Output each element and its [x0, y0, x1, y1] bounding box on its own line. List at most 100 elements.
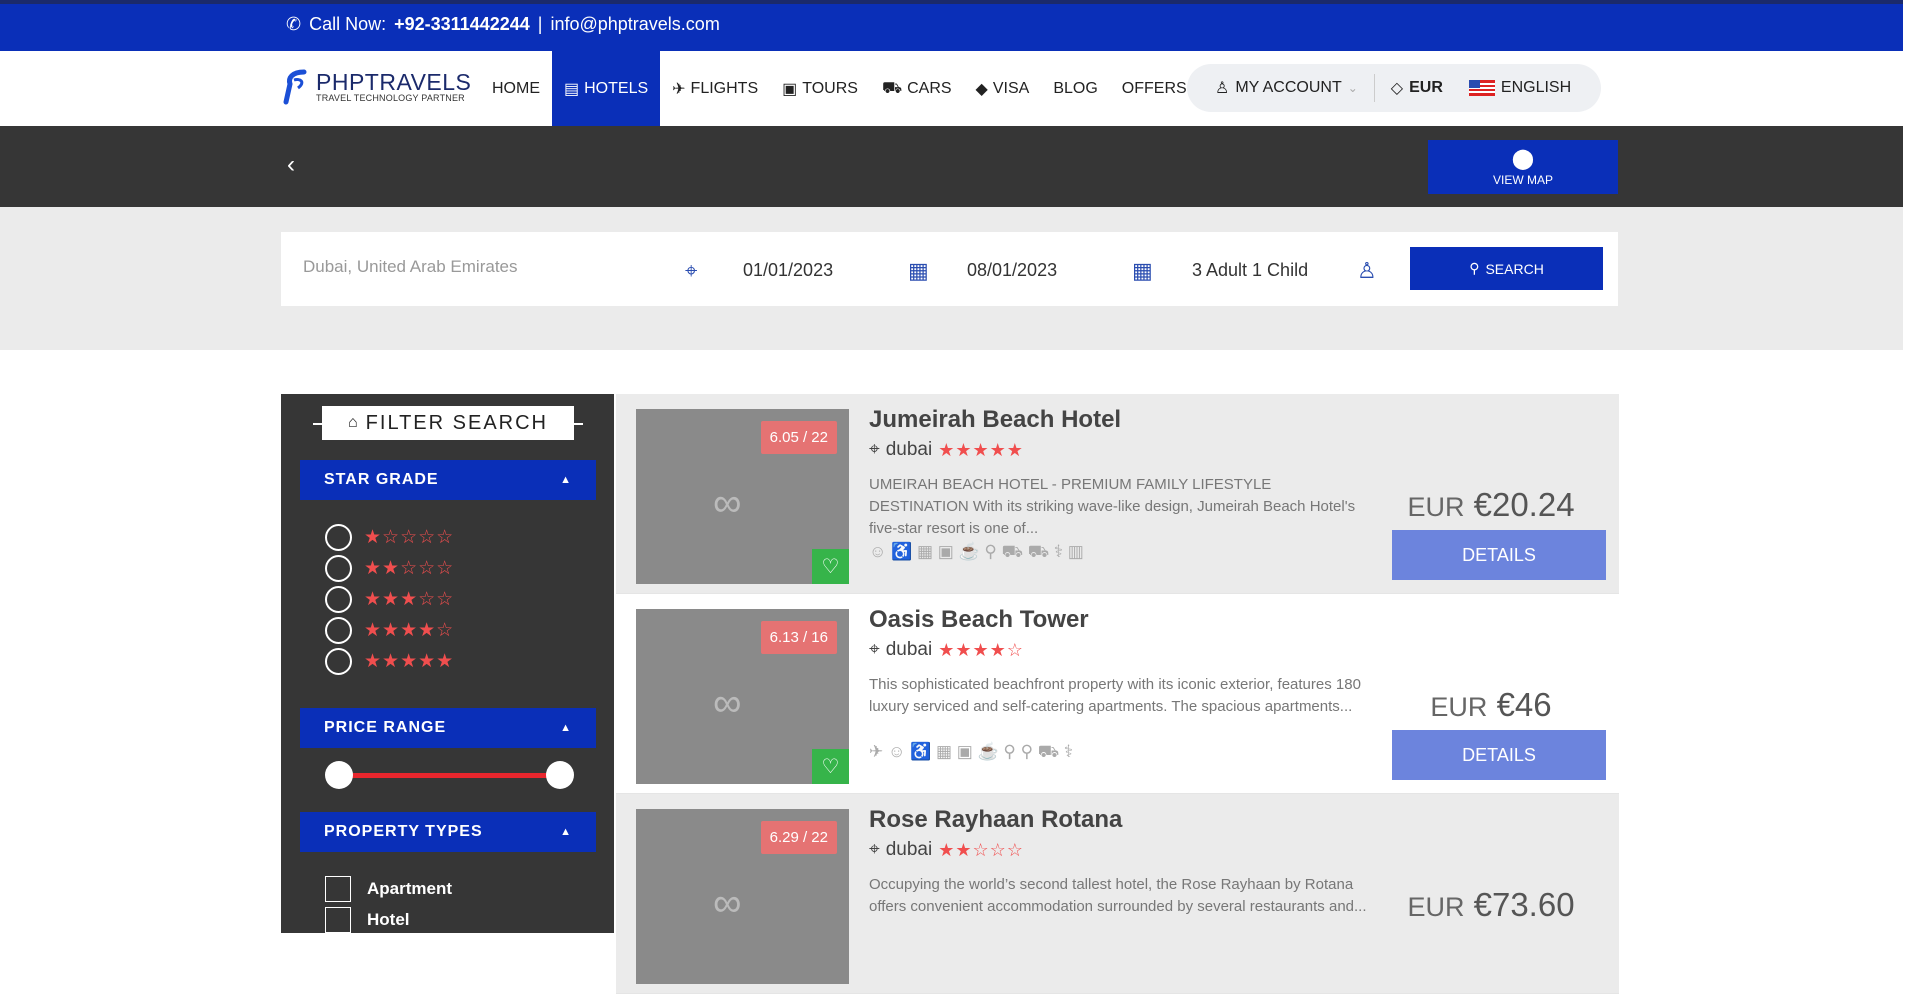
checkbox[interactable] — [325, 907, 351, 933]
hotel-image[interactable]: ∞ 6.29 / 22 — [636, 809, 849, 984]
hotel-name[interactable]: Oasis Beach Tower — [869, 606, 1089, 634]
currency-selector[interactable]: ◇ EUR — [1391, 78, 1443, 98]
star-option-5[interactable]: ★★★★★ — [325, 648, 454, 675]
hotel-location: ⌖ dubai ★★★★☆ — [869, 639, 1024, 661]
email-link[interactable]: info@phptravels.com — [550, 14, 719, 35]
amenity-icons: ✈ ☺ ♿ ▦ ▣ ☕ ⚲ ⚲ ⛟ ⚕ — [869, 742, 1074, 761]
search-icon: ⚲ — [1469, 260, 1480, 276]
back-arrow-icon[interactable]: ‹ — [287, 151, 295, 179]
top-accent-line — [0, 0, 1903, 4]
price-max-handle[interactable] — [546, 761, 574, 789]
placeholder-image-icon: ∞ — [713, 681, 742, 725]
calendar-icon: ▦ — [1132, 258, 1153, 283]
star-rating-icons: ★★★★☆ — [938, 639, 1024, 660]
hotel-image[interactable]: ∞ 6.13 / 16 ♡ — [636, 609, 849, 784]
contact-info: ✆ Call Now: +92-3311442244 | info@phptra… — [286, 14, 720, 35]
radio-button[interactable] — [325, 524, 352, 551]
language-selector[interactable]: ENGLISH — [1468, 79, 1571, 97]
nav-flights[interactable]: ✈ FLIGHTS — [660, 51, 770, 126]
nav-tours[interactable]: ▣ TOURS — [770, 51, 870, 126]
favorite-heart-icon[interactable]: ♡ — [812, 549, 849, 584]
view-map-label: VIEW MAP — [1492, 173, 1553, 187]
details-button[interactable]: DETAILS — [1392, 530, 1606, 580]
hotel-card: ∞ 6.29 / 22 Rose Rayhaan Rotana ⌖ dubai ★★… — [616, 794, 1619, 994]
view-map-button[interactable]: ⬤ VIEW MAP — [1428, 140, 1618, 194]
radio-button[interactable] — [325, 555, 352, 582]
hotel-price: EUR €46 — [1407, 686, 1575, 724]
star-rating-icons: ★★★★★ — [364, 651, 455, 672]
property-type-label: Apartment — [367, 879, 453, 898]
radio-button[interactable] — [325, 617, 352, 644]
price-currency: EUR — [1407, 892, 1465, 922]
nav-hotels[interactable]: ▤ HOTELS — [552, 51, 661, 126]
star-option-3[interactable]: ★★★☆☆ — [325, 586, 454, 613]
nav-visa-label: VISA — [992, 79, 1030, 97]
call-now-label: Call Now: — [309, 14, 387, 34]
star-option-2[interactable]: ★★☆☆☆ — [325, 555, 454, 582]
hotel-search-form: Dubai, United Arab Emirates ⌖ 01/01/2023… — [281, 232, 1618, 306]
main-navbar: PHPTRAVELS TRAVEL TECHNOLOGY PARTNER HOM… — [0, 51, 1903, 126]
star-rating-icons: ★★☆☆☆ — [364, 558, 455, 579]
hotel-location: ⌖ dubai ★★☆☆☆ — [869, 839, 1024, 861]
currency-tag-icon: ◇ — [1390, 80, 1404, 97]
inbox-icon: ⌂ — [348, 414, 360, 431]
nav-cars[interactable]: ⛟ CARS — [870, 51, 964, 126]
filter-sidebar: ⌂ FILTER SEARCH STAR GRADE ▲ ★☆☆☆☆ ★★☆☆☆ ★… — [281, 394, 614, 933]
hotel-price: EUR €20.24 — [1407, 486, 1575, 524]
hotel-card: ∞ 6.05 / 22 ♡ Jumeirah Beach Hotel ⌖ duba… — [616, 394, 1619, 594]
account-divider — [1373, 74, 1375, 102]
star-option-1[interactable]: ★☆☆☆☆ — [325, 524, 454, 551]
location-pin-icon: ⌖ — [869, 639, 880, 660]
hotel-card: ∞ 6.13 / 16 ♡ Oasis Beach Tower ⌖ dubai ★★… — [616, 594, 1619, 794]
rating-badge: 6.29 / 22 — [760, 821, 837, 854]
checkout-date-input[interactable]: 08/01/2023 — [967, 260, 1057, 281]
favorite-heart-icon[interactable]: ♡ — [812, 749, 849, 784]
price-range-track[interactable] — [339, 773, 559, 778]
hotel-price: EUR €73.60 — [1407, 886, 1575, 924]
search-button[interactable]: ⚲ SEARCH — [1410, 247, 1603, 290]
logo-brand: PHPTRAVELS — [316, 69, 472, 95]
amenity-icons: ☺ ♿ ▦ ▣ ☕ ⚲ ⛟ ⛟ ⚕ ▥ — [869, 542, 1084, 561]
property-types-header[interactable]: PROPERTY TYPES ▲ — [300, 812, 596, 852]
my-account-label: MY ACCOUNT — [1235, 79, 1342, 96]
star-rating-icons: ★★★★★ — [938, 439, 1024, 460]
hotel-name[interactable]: Rose Rayhaan Rotana — [869, 806, 1122, 834]
property-type-apartment[interactable]: Apartment — [325, 876, 452, 902]
star-rating-icons: ★★★★☆ — [364, 620, 455, 641]
search-button-label: SEARCH — [1485, 260, 1544, 277]
map-pin-icon: ⬤ — [1511, 148, 1535, 170]
logo-tagline: TRAVEL TECHNOLOGY PARTNER — [316, 93, 465, 103]
checkbox[interactable] — [325, 876, 351, 902]
account-bar: ♙ MY ACCOUNT ⌄ ◇ EUR ENGLISH — [1187, 64, 1601, 112]
nav-offers[interactable]: OFFERS — [1110, 51, 1199, 126]
rating-badge: 6.13 / 16 — [760, 621, 837, 654]
nav-visa[interactable]: ◆ VISA — [964, 51, 1042, 126]
logo-icon — [283, 69, 307, 105]
nav-blog[interactable]: BLOG — [1041, 51, 1109, 126]
suitcase-icon: ▣ — [782, 80, 798, 98]
price-range-header[interactable]: PRICE RANGE ▲ — [300, 708, 596, 748]
hotel-location: ⌖ dubai ★★★★★ — [869, 439, 1024, 461]
hotel-image[interactable]: ∞ 6.05 / 22 ♡ — [636, 409, 849, 584]
guests-input[interactable]: 3 Adult 1 Child — [1192, 260, 1308, 281]
checkin-date-input[interactable]: 01/01/2023 — [743, 260, 833, 281]
my-account-dropdown[interactable]: ♙ MY ACCOUNT ⌄ — [1215, 78, 1358, 98]
rating-badge: 6.05 / 22 — [760, 421, 837, 454]
radio-button[interactable] — [325, 648, 352, 675]
collapse-arrow-icon: ▲ — [560, 722, 572, 734]
destination-input[interactable]: Dubai, United Arab Emirates — [303, 257, 518, 277]
star-grade-header[interactable]: STAR GRADE ▲ — [300, 460, 596, 500]
details-button[interactable]: DETAILS — [1392, 730, 1606, 780]
hotel-name[interactable]: Jumeirah Beach Hotel — [869, 406, 1121, 434]
nav-blog-label: BLOG — [1053, 79, 1098, 97]
nav-home-label: HOME — [492, 79, 540, 97]
price-min-handle[interactable] — [325, 761, 353, 789]
radio-button[interactable] — [325, 586, 352, 613]
star-option-4[interactable]: ★★★★☆ — [325, 617, 454, 644]
nav-home[interactable]: HOME — [480, 51, 552, 126]
collapse-arrow-icon: ▲ — [560, 826, 572, 838]
site-logo[interactable]: PHPTRAVELS TRAVEL TECHNOLOGY PARTNER — [280, 68, 471, 106]
phone-number[interactable]: +92-3311442244 — [394, 14, 530, 35]
location-label: dubai — [885, 639, 933, 660]
property-type-hotel[interactable]: Hotel — [325, 907, 410, 933]
